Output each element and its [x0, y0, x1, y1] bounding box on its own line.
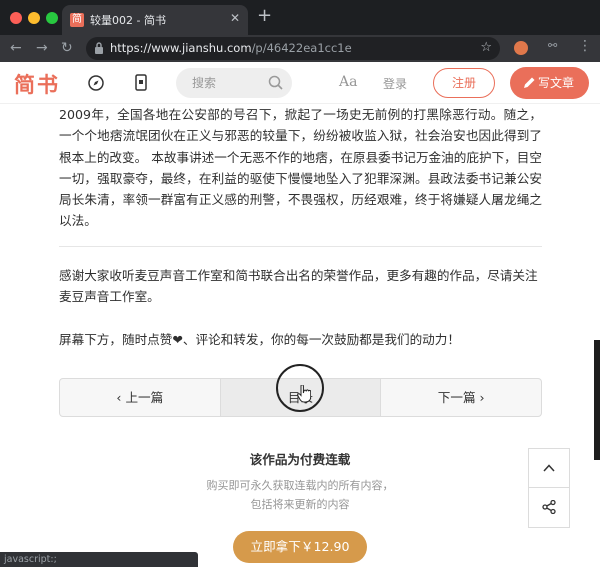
- search-box[interactable]: [176, 68, 292, 98]
- write-article-button[interactable]: 写文章: [510, 67, 589, 99]
- share-button[interactable]: [529, 488, 569, 527]
- extension-puzzle-icon[interactable]: ⚯: [548, 39, 557, 52]
- cta-paragraph: 屏幕下方，随时点赞❤、评论和转发，你的每一次鼓励都是我们的动力！: [59, 332, 460, 347]
- share-icon: [542, 500, 556, 514]
- site-header: 简书 Aa 登录 注册 写文章: [0, 62, 600, 104]
- signup-button[interactable]: 注册: [433, 68, 495, 98]
- window-close-button[interactable]: [10, 12, 22, 24]
- browser-tab-bar: 简 较量002 - 简书 ✕ +: [0, 0, 600, 35]
- forward-arrow-icon[interactable]: →: [36, 38, 48, 58]
- chevron-up-icon: [543, 464, 555, 472]
- url-text: https://www.jianshu.com/p/46422ea1cc1e: [110, 41, 352, 55]
- browser-menu-icon[interactable]: ⋮: [578, 38, 592, 54]
- search-input[interactable]: [192, 75, 262, 91]
- search-icon[interactable]: [268, 75, 283, 90]
- paid-desc-line-2: 包括将来更新的内容: [250, 498, 350, 511]
- phone-icon[interactable]: [135, 74, 147, 91]
- window-maximize-button[interactable]: [46, 12, 58, 24]
- new-tab-button[interactable]: +: [257, 7, 272, 25]
- status-bar: javascript:;: [0, 552, 198, 567]
- compass-icon[interactable]: [88, 75, 104, 91]
- section-divider: [59, 246, 542, 247]
- font-size-toggle[interactable]: Aa: [339, 74, 357, 90]
- pen-icon: [524, 77, 535, 88]
- login-link[interactable]: 登录: [383, 75, 407, 92]
- side-toolbar: [528, 448, 570, 528]
- bookmark-star-icon[interactable]: ☆: [480, 40, 492, 55]
- favicon-icon: 简: [70, 13, 84, 27]
- paid-desc-line-1: 购买即可永久获取连载内的所有内容，: [206, 479, 394, 492]
- write-article-label: 写文章: [538, 76, 575, 90]
- extension-icon[interactable]: [514, 41, 528, 55]
- thanks-paragraph: 感谢大家收听麦豆声音工作室和简书联合出名的荣誉作品，更多有趣的作品，尽请关注麦豆…: [59, 268, 538, 305]
- site-logo[interactable]: 简书: [14, 69, 60, 99]
- back-to-top-button[interactable]: [529, 449, 569, 488]
- reload-icon[interactable]: ↻: [61, 38, 73, 58]
- buy-now-button[interactable]: 立即拿下￥12.90: [233, 531, 367, 563]
- tab-title: 较量002 - 简书: [90, 14, 166, 27]
- tab-close-icon[interactable]: ✕: [230, 11, 240, 25]
- paid-serial-description: 购买即可永久获取连载内的所有内容， 包括将来更新的内容: [0, 476, 600, 514]
- article-paragraph: 2009年，全国各地在公安部的号召下，掀起了一场史无前例的打黑除恶行动。随之，一…: [59, 107, 542, 229]
- paid-serial-title: 该作品为付费连载: [249, 452, 351, 467]
- browser-toolbar: ← → ↻ https://www.jianshu.com/p/46422ea1…: [0, 35, 600, 62]
- hand-cursor-icon: [297, 385, 311, 403]
- back-arrow-icon[interactable]: ←: [10, 38, 22, 58]
- address-bar[interactable]: https://www.jianshu.com/p/46422ea1cc1e ☆: [86, 37, 500, 60]
- prev-chapter-button[interactable]: ‹ 上一篇: [60, 379, 220, 416]
- browser-tab[interactable]: 简 较量002 - 简书 ✕: [62, 5, 248, 35]
- next-chapter-button[interactable]: 下一篇 ›: [381, 379, 541, 416]
- window-edge: [594, 340, 600, 460]
- article-body: 2009年，全国各地在公安部的号召下，掀起了一场史无前例的打黑除恶行动。随之，一…: [59, 104, 542, 232]
- lock-icon: [95, 42, 103, 54]
- window-minimize-button[interactable]: [28, 12, 40, 24]
